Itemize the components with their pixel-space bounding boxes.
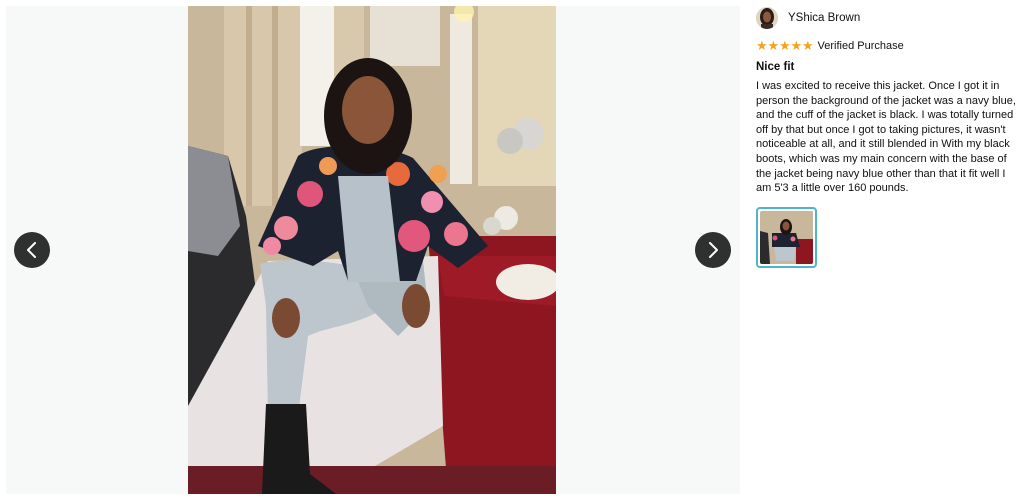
- review-image-thumbnail[interactable]: [756, 206, 817, 268]
- previous-image-button[interactable]: [14, 232, 50, 268]
- star-icon: ★: [767, 38, 780, 54]
- thumbnail-image: [760, 210, 813, 264]
- review-panel: YShica Brown ★ ★ ★ ★ ★ Verified Purchase…: [756, 6, 1018, 268]
- chevron-left-icon: [27, 242, 36, 258]
- review-photo: [188, 6, 556, 494]
- star-icon: ★: [779, 38, 791, 54]
- star-icon: ★: [790, 38, 803, 54]
- image-viewer: [6, 6, 740, 494]
- next-image-button[interactable]: [695, 232, 731, 268]
- avatar: [756, 7, 778, 29]
- star-rating[interactable]: ★ ★ ★ ★ ★: [756, 40, 814, 53]
- reviewer-name[interactable]: YShica Brown: [788, 12, 860, 24]
- review-body: I was excited to receive this jacket. On…: [756, 80, 1016, 195]
- verified-purchase-badge: Verified Purchase: [817, 40, 904, 52]
- star-icon: ★: [802, 38, 814, 54]
- reviewer-profile[interactable]: YShica Brown: [756, 6, 1018, 30]
- star-icon: ★: [756, 38, 768, 54]
- review-title: Nice fit: [756, 61, 795, 73]
- rating-row: ★ ★ ★ ★ ★ Verified Purchase: [756, 39, 1018, 53]
- chevron-right-icon: [709, 242, 718, 258]
